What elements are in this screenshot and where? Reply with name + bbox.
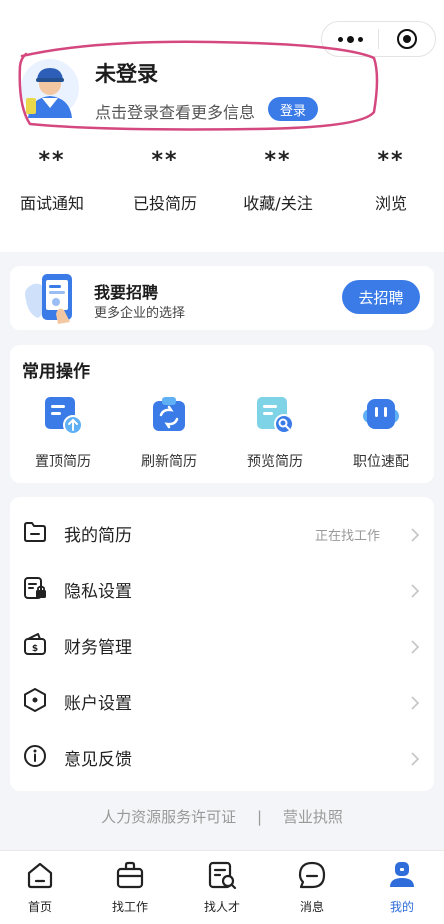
menu-label: 意见反馈 (64, 750, 132, 770)
home-icon (27, 862, 53, 889)
chevron-right-icon (411, 584, 420, 598)
tab-home[interactable]: 首页 (0, 859, 84, 915)
license-link[interactable]: 人力资源服务许可证 (101, 808, 236, 826)
menu-item-my-resume[interactable]: 我的简历 正在找工作 (10, 503, 434, 559)
menu-label: 隐私设置 (64, 582, 132, 602)
resume-top-icon (45, 397, 83, 435)
svg-text:$: $ (32, 644, 38, 654)
menu-label: 账户设置 (64, 694, 132, 714)
stats-row: ** 面试通知 ** 已投简历 ** 收藏/关注 ** 浏览 (0, 146, 444, 226)
briefcase-icon (116, 861, 144, 889)
op-label: 刷新简历 (141, 454, 197, 470)
go-recruit-button[interactable]: 去招聘 (342, 280, 420, 314)
close-target-icon (397, 29, 417, 49)
tab-find-talent[interactable]: 找人才 (178, 859, 266, 915)
stat-interview[interactable]: ** 面试通知 (2, 146, 102, 214)
recruit-phone-icon (25, 274, 72, 324)
preview-resume-icon (257, 397, 294, 434)
stat-label: 收藏/关注 (243, 194, 313, 213)
stat-value: ** (264, 148, 292, 173)
chevron-right-icon (411, 696, 420, 710)
stat-label: 浏览 (374, 194, 407, 213)
footer-links: 人力资源服务许可证 | 营业执照 (0, 806, 444, 827)
stat-applied[interactable]: ** 已投简历 (115, 146, 215, 214)
stat-value: ** (38, 148, 66, 173)
job-status-text: 正在找工作 (314, 529, 380, 544)
op-label: 职位速配 (353, 454, 409, 470)
login-prompt-text[interactable]: 点击登录查看更多信息 (95, 99, 255, 123)
tab-label: 首页 (27, 900, 52, 914)
login-status-title[interactable]: 未登录 (95, 58, 158, 88)
wallet-icon: $ (24, 633, 46, 655)
op-job-match[interactable]: 职位速配 (328, 393, 434, 471)
stat-label: 已投简历 (132, 194, 197, 213)
tab-label: 我的 (389, 900, 414, 914)
settings-menu: 我的简历 正在找工作 隐私设置 $ 财务管理 账户设置 意见反馈 (10, 497, 434, 791)
business-license-link[interactable]: 营业执照 (283, 808, 343, 826)
stat-value: ** (377, 148, 405, 173)
tab-mine[interactable]: 我的 (358, 859, 444, 915)
profile-page: 未登录 点击登录查看更多信息 登录 ** 面试通知 ** 已投简历 ** 收藏/… (0, 0, 444, 924)
common-operations: 常用操作 置顶简历 刷新简历 预览简历 职位速配 (10, 345, 434, 483)
footer-divider: | (256, 808, 263, 826)
op-label: 预览简历 (247, 454, 303, 470)
folder-icon (24, 522, 46, 542)
section-title: 常用操作 (22, 362, 90, 382)
menu-label: 我的简历 (64, 526, 132, 546)
privacy-lock-icon (24, 577, 46, 599)
stat-value: ** (151, 148, 179, 173)
menu-item-finance[interactable]: $ 财务管理 (10, 615, 434, 671)
info-icon (24, 745, 46, 767)
op-refresh-resume[interactable]: 刷新简历 (116, 393, 222, 471)
menu-item-feedback[interactable]: 意见反馈 (10, 727, 434, 783)
stat-label: 面试通知 (19, 194, 84, 213)
hexagon-settings-icon (24, 688, 46, 712)
op-top-resume[interactable]: 置顶简历 (10, 393, 116, 471)
recruit-banner[interactable]: 我要招聘 更多企业的选择 去招聘 (10, 266, 434, 330)
stat-browse[interactable]: ** 浏览 (341, 146, 441, 214)
talent-search-icon (208, 861, 237, 890)
tab-label: 找工作 (111, 900, 148, 914)
tab-find-job[interactable]: 找工作 (86, 859, 174, 915)
op-label: 置顶简历 (35, 454, 91, 470)
menu-label: 财务管理 (64, 638, 132, 658)
recruit-title: 我要招聘 (94, 283, 159, 302)
profile-icon (390, 862, 414, 887)
menu-item-account[interactable]: 账户设置 (10, 671, 434, 727)
profile-header: 未登录 点击登录查看更多信息 登录 ** 面试通知 ** 已投简历 ** 收藏/… (0, 0, 444, 252)
refresh-resume-icon (153, 397, 185, 431)
close-mini-program-button[interactable] (379, 22, 435, 56)
chevron-right-icon (411, 528, 420, 542)
chevron-right-icon (411, 640, 420, 654)
op-preview-resume[interactable]: 预览简历 (222, 393, 328, 471)
bottom-tab-bar: 首页 找工作 找人才 消息 我的 (0, 850, 444, 924)
menu-item-privacy[interactable]: 隐私设置 (10, 559, 434, 615)
login-button[interactable]: 登录 (268, 97, 318, 121)
tab-label: 消息 (299, 900, 324, 914)
tab-messages[interactable]: 消息 (268, 859, 356, 915)
recruit-subtitle: 更多企业的选择 (94, 306, 186, 321)
job-match-icon (363, 399, 399, 429)
message-icon (298, 861, 326, 889)
chevron-right-icon (411, 752, 420, 766)
stat-favorites[interactable]: ** 收藏/关注 (228, 146, 328, 214)
tab-label: 找人才 (203, 900, 240, 914)
